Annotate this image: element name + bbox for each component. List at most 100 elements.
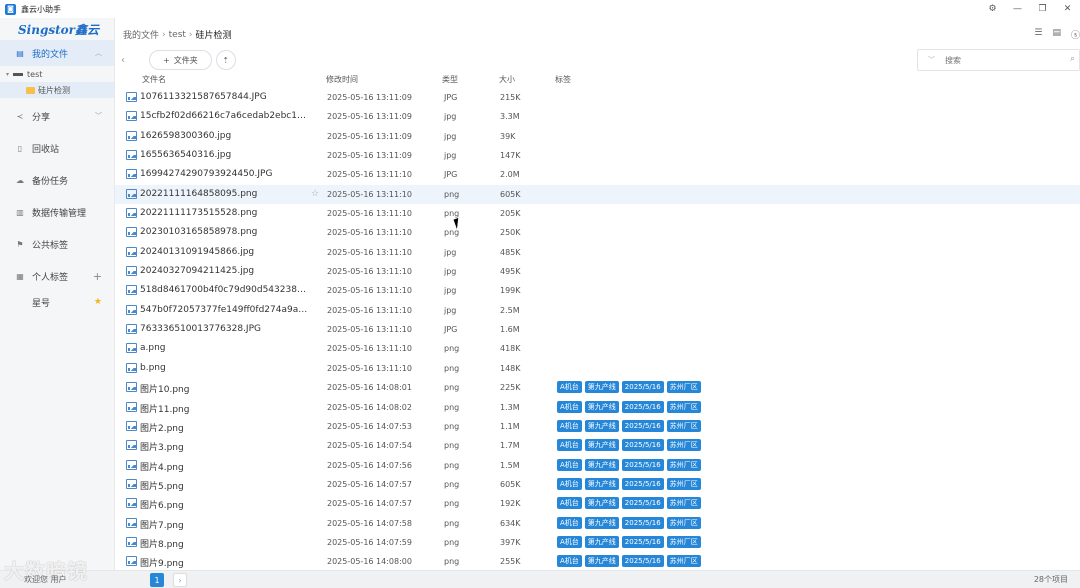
- table-row[interactable]: 547b0f72057377fe149ff0fd274a9a13.j... 202…: [115, 301, 1080, 320]
- table-row[interactable]: b.png 2025-05-16 13:11:10 png 148K: [115, 359, 1080, 378]
- table-row[interactable]: 15cfb2f02d66216c7a6cedab2ebc1e26... 2025-…: [115, 107, 1080, 126]
- tag-badge[interactable]: 2025/5/16: [621, 535, 664, 548]
- file-name[interactable]: 1699427429079392445​0.JPG: [140, 169, 310, 179]
- file-name[interactable]: 7633365100137763​28.JPG: [140, 324, 310, 334]
- tag-badge[interactable]: A机台: [557, 477, 582, 490]
- column-header-size[interactable]: 大小: [499, 74, 515, 85]
- tag-badge[interactable]: A机台: [557, 458, 582, 471]
- tag-badge[interactable]: 苏州厂区: [666, 477, 701, 490]
- table-row[interactable]: 1655636540316.jpg 2025-05-16 13:11:09 jpg 1…: [115, 146, 1080, 165]
- tag-badge[interactable]: 第九产线: [584, 400, 619, 413]
- tag-badge[interactable]: 2025/5/16: [621, 439, 664, 452]
- tag-badge[interactable]: 苏州厂区: [666, 439, 701, 452]
- table-row[interactable]: 1626598300360.jpg 2025-05-16 13:11:09 jpg 3…: [115, 127, 1080, 146]
- tag-badge[interactable]: 2025/5/16: [621, 477, 664, 490]
- list-view-icon[interactable]: ▤: [1052, 28, 1061, 41]
- tag-badge[interactable]: 第九产线: [584, 419, 619, 432]
- tag-badge[interactable]: 第九产线: [584, 555, 619, 568]
- close-icon[interactable]: ✕: [1055, 0, 1080, 18]
- file-name[interactable]: 20240131091945866.jpg: [140, 247, 310, 257]
- table-row[interactable]: 图片11.png 2025-05-16 14:08:02 png 1.3M A机台 第九产…: [115, 398, 1080, 417]
- chevron-up-icon[interactable]: ︿: [95, 48, 102, 58]
- file-name[interactable]: 1655636540316.jpg: [140, 150, 310, 160]
- tag-badge[interactable]: 苏州厂区: [666, 400, 701, 413]
- back-icon[interactable]: ‹: [121, 55, 135, 66]
- file-name[interactable]: 图片11.png: [140, 402, 310, 415]
- file-name[interactable]: 图片6.png: [140, 498, 310, 511]
- table-row[interactable]: 图片6.png 2025-05-16 14:07:57 png 192K A机台 第九产线…: [115, 494, 1080, 513]
- new-folder-button[interactable]: + 文件夹: [149, 50, 212, 70]
- tag-badge[interactable]: 第九产线: [584, 477, 619, 490]
- column-header-tags[interactable]: 标签: [555, 74, 571, 85]
- file-name[interactable]: 1626598300360.jpg: [140, 131, 310, 141]
- file-name[interactable]: 20240327094211425.jpg: [140, 266, 310, 276]
- tag-badge[interactable]: A机台: [557, 381, 582, 394]
- upload-button[interactable]: ⇡: [215, 50, 236, 70]
- table-row[interactable]: 图片7.png 2025-05-16 14:07:58 png 634K A机台 第九产线…: [115, 514, 1080, 533]
- file-name[interactable]: a.png: [140, 343, 310, 353]
- tag-badge[interactable]: 2025/5/16: [621, 400, 664, 413]
- file-name[interactable]: 图片9.png: [140, 556, 310, 569]
- tag-badge[interactable]: 苏州厂区: [666, 555, 701, 568]
- sliders-icon[interactable]: ☰: [1034, 28, 1042, 41]
- file-name[interactable]: 图片4.png: [140, 460, 310, 473]
- file-name[interactable]: 图片3.png: [140, 440, 310, 453]
- table-row[interactable]: 1699427429079392445​0.JPG 2025-05-16 13:1…: [115, 165, 1080, 184]
- breadcrumb-level1[interactable]: test: [169, 30, 186, 40]
- tag-badge[interactable]: 苏州厂区: [666, 535, 701, 548]
- tag-badge[interactable]: 2025/5/16: [621, 419, 664, 432]
- file-name[interactable]: 图片10.png: [140, 382, 310, 395]
- file-name[interactable]: 15cfb2f02d66216c7a6cedab2ebc1e26...: [140, 111, 310, 121]
- sidebar-item-share[interactable]: ≺ 分享 ﹀: [0, 103, 114, 129]
- tag-badge[interactable]: 苏州厂区: [666, 516, 701, 529]
- table-row[interactable]: 图片2.png 2025-05-16 14:07:53 png 1.1M A机台 第九产线…: [115, 417, 1080, 436]
- restore-icon[interactable]: ❐: [1030, 0, 1055, 18]
- table-row[interactable]: 20221111164858095.png ☆ 2025-05-16 13:11:1…: [115, 184, 1080, 205]
- tag-badge[interactable]: 苏州厂区: [666, 497, 701, 510]
- column-header-type[interactable]: 类型: [442, 74, 458, 85]
- breadcrumb-root[interactable]: 我的文件: [123, 28, 159, 41]
- file-name[interactable]: 图片7.png: [140, 518, 310, 531]
- file-name[interactable]: 图片2.png: [140, 421, 310, 434]
- table-row[interactable]: 20240327094211425.jpg 2025-05-16 13:11:10…: [115, 262, 1080, 281]
- table-row[interactable]: 图片10.png 2025-05-16 14:08:01 png 225K A机台 第九产…: [115, 378, 1080, 397]
- search-input[interactable]: [945, 55, 1045, 65]
- sidebar-item-recycle[interactable]: ▯ 回收站: [0, 135, 114, 161]
- tag-badge[interactable]: A机台: [557, 400, 582, 413]
- settings-icon[interactable]: ⚙: [980, 0, 1005, 18]
- tag-badge[interactable]: 第九产线: [584, 516, 619, 529]
- file-name[interactable]: 547b0f72057377fe149ff0fd274a9a13.j...: [140, 305, 310, 315]
- tree-item-test[interactable]: ▾ test: [0, 66, 114, 82]
- page-button-current[interactable]: 1: [150, 573, 164, 587]
- table-row[interactable]: 图片5.png 2025-05-16 14:07:57 png 605K A机台 第九产线…: [115, 475, 1080, 494]
- tag-badge[interactable]: 第九产线: [584, 497, 619, 510]
- tag-badge[interactable]: A机台: [557, 516, 582, 529]
- file-name[interactable]: 图片8.png: [140, 537, 310, 550]
- table-row[interactable]: 518d8461700b4f0c79d90d543238bad... 2025-0…: [115, 281, 1080, 300]
- tag-badge[interactable]: 第九产线: [584, 458, 619, 471]
- table-row[interactable]: 20230103165858978.png 2025-05-16 13:11:10…: [115, 223, 1080, 242]
- tag-badge[interactable]: 第九产线: [584, 439, 619, 452]
- table-row[interactable]: 1076113321587657844.JPG 2025-05-16 13:11:…: [115, 88, 1080, 107]
- sidebar-item-public-tags[interactable]: ⚑ 公共标签: [0, 231, 114, 257]
- tag-badge[interactable]: 2025/5/16: [621, 381, 664, 394]
- sidebar-item-my-files[interactable]: ▤ 我的文件 ︿: [0, 40, 114, 66]
- table-row[interactable]: 图片9.png 2025-05-16 14:08:00 png 255K A机台 第九产线…: [115, 552, 1080, 571]
- file-name[interactable]: 20221111164858095.png: [140, 189, 310, 199]
- file-name[interactable]: b.png: [140, 363, 310, 373]
- star-outline-icon[interactable]: ☆: [311, 189, 319, 199]
- table-row[interactable]: 20221111173515528.png 2025-05-16 13:11:10…: [115, 204, 1080, 223]
- tag-badge[interactable]: A机台: [557, 419, 582, 432]
- table-row[interactable]: 20240131091945866.jpg 2025-05-16 13:11:10…: [115, 243, 1080, 262]
- tag-badge[interactable]: 2025/5/16: [621, 516, 664, 529]
- tag-badge[interactable]: 第九产线: [584, 535, 619, 548]
- table-row[interactable]: 7633365100137763​28.JPG 2025-05-16 13:11:…: [115, 320, 1080, 339]
- tag-badge[interactable]: 第九产线: [584, 381, 619, 394]
- add-tag-icon[interactable]: +: [93, 270, 102, 283]
- file-name[interactable]: 1076113321587657844.JPG: [140, 92, 310, 102]
- tag-badge[interactable]: 2025/5/16: [621, 555, 664, 568]
- info-icon[interactable]: ⓢ: [1071, 28, 1080, 41]
- tree-item-silicon-inspection[interactable]: 硅片检测: [0, 82, 114, 98]
- next-page-icon[interactable]: ›: [173, 573, 187, 587]
- tag-badge[interactable]: 苏州厂区: [666, 458, 701, 471]
